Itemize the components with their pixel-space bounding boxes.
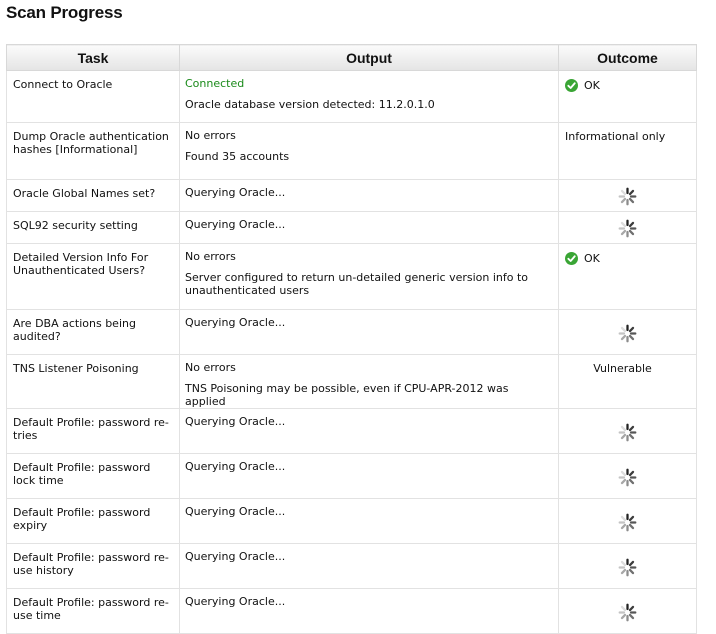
- output-cell: Querying Oracle...: [179, 453, 559, 499]
- outcome-cell: Vulnerable: [558, 354, 697, 409]
- task-cell: Are DBA actions being audited?: [6, 309, 180, 355]
- output-cell: Querying Oracle...: [179, 588, 559, 634]
- outcome-cell: [558, 211, 697, 244]
- table-row: Default Profile: password lock time Query…: [6, 453, 697, 499]
- outcome-ok: OK: [565, 79, 690, 92]
- spinner-icon: [618, 423, 637, 441]
- output-cell: No errors Found 35 accounts: [179, 122, 559, 180]
- output-line: No errors: [185, 361, 236, 374]
- task-cell: Default Profile: password re-use history: [6, 543, 180, 589]
- loading-indicator: [565, 322, 690, 343]
- loading-indicator: [565, 556, 690, 577]
- outcome-cell: Informational only: [558, 122, 697, 180]
- output-line: Found 35 accounts: [185, 150, 290, 163]
- outcome-cell: [558, 179, 697, 212]
- check-icon: [565, 252, 578, 265]
- outcome-cell: OK: [558, 243, 697, 310]
- output-cell: Querying Oracle...: [179, 211, 559, 244]
- task-cell: SQL92 security setting: [6, 211, 180, 244]
- output-line: Querying Oracle...: [185, 415, 286, 428]
- table-header-row: Task Output Outcome: [6, 44, 697, 71]
- outcome-cell: [558, 498, 697, 544]
- spinner-icon: [618, 219, 637, 238]
- spinner-icon: [618, 603, 637, 621]
- loading-indicator: [565, 466, 690, 487]
- column-header-outcome: Outcome: [558, 44, 697, 71]
- outcome-cell: OK: [558, 70, 697, 123]
- output-line: Querying Oracle...: [185, 460, 286, 473]
- task-cell: Default Profile: password re-tries: [6, 408, 180, 454]
- output-cell: Connected Oracle database version detecte…: [179, 70, 559, 123]
- scan-progress-table: Task Output Outcome Connect to Oracle Con…: [6, 44, 697, 634]
- column-header-task: Task: [6, 44, 180, 71]
- table-row: Are DBA actions being audited? Querying O…: [6, 309, 697, 355]
- table-row: Dump Oracle authentication hashes [Infor…: [6, 122, 697, 180]
- output-line: Querying Oracle...: [185, 550, 286, 563]
- output-line: Oracle database version detected: 11.2.0…: [185, 98, 435, 111]
- output-line: Querying Oracle...: [185, 218, 286, 231]
- table-row: Oracle Global Names set? Querying Oracle.…: [6, 179, 697, 212]
- spinner-icon: [618, 187, 637, 206]
- outcome-cell: [558, 543, 697, 589]
- loading-indicator: [565, 185, 690, 206]
- output-cell: No errors Server configured to return un-…: [179, 243, 559, 310]
- table-row: Default Profile: password re-use time Que…: [6, 588, 697, 634]
- task-cell: Oracle Global Names set?: [6, 179, 180, 212]
- output-cell: Querying Oracle...: [179, 179, 559, 212]
- loading-indicator: [565, 511, 690, 532]
- table-row: Connect to Oracle Connected Oracle databas…: [6, 70, 697, 123]
- task-cell: TNS Listener Poisoning: [6, 354, 180, 409]
- loading-indicator: [565, 217, 690, 238]
- outcome-label: OK: [584, 252, 600, 265]
- loading-indicator: [565, 421, 690, 442]
- task-cell: Dump Oracle authentication hashes [Infor…: [6, 122, 180, 180]
- loading-indicator: [565, 601, 690, 622]
- table-row: SQL92 security setting Querying Oracle...: [6, 211, 697, 244]
- output-line: Querying Oracle...: [185, 505, 286, 518]
- output-line: No errors: [185, 129, 236, 142]
- output-cell: Querying Oracle...: [179, 498, 559, 544]
- outcome-label: Informational only: [565, 130, 666, 143]
- table-row: Default Profile: password re-use history…: [6, 543, 697, 589]
- page-title: Scan Progress: [6, 3, 123, 22]
- spinner-icon: [618, 513, 637, 531]
- output-cell: Querying Oracle...: [179, 543, 559, 589]
- task-cell: Default Profile: password expiry: [6, 498, 180, 544]
- outcome-cell: [558, 309, 697, 355]
- outcome-label: Vulnerable: [593, 362, 652, 375]
- table-row: Default Profile: password re-tries Queryi…: [6, 408, 697, 454]
- output-cell: No errors TNS Poisoning may be possible, …: [179, 354, 559, 409]
- outcome-label: OK: [584, 79, 600, 92]
- output-cell: Querying Oracle...: [179, 309, 559, 355]
- output-line: Querying Oracle...: [185, 186, 286, 199]
- spinner-icon: [618, 558, 637, 576]
- check-icon: [565, 79, 578, 92]
- task-cell: Detailed Version Info For Unauthenticate…: [6, 243, 180, 310]
- spinner-icon: [618, 468, 637, 486]
- output-line: Connected: [185, 77, 245, 90]
- table-row: TNS Listener Poisoning No errors TNS Poiso…: [6, 354, 697, 409]
- table-row: Default Profile: password expiry Querying…: [6, 498, 697, 544]
- output-line: Server configured to return un-detailed …: [185, 271, 529, 297]
- output-line: TNS Poisoning may be possible, even if C…: [185, 382, 509, 408]
- table-body: Connect to Oracle Connected Oracle databas…: [6, 70, 697, 634]
- outcome-cell: [558, 588, 697, 634]
- output-line: Querying Oracle...: [185, 316, 286, 329]
- outcome-cell: [558, 453, 697, 499]
- column-header-output: Output: [179, 44, 559, 71]
- task-cell: Connect to Oracle: [6, 70, 180, 123]
- table-row: Detailed Version Info For Unauthenticate…: [6, 243, 697, 310]
- output-cell: Querying Oracle...: [179, 408, 559, 454]
- task-cell: Default Profile: password lock time: [6, 453, 180, 499]
- output-line: No errors: [185, 250, 236, 263]
- outcome-ok: OK: [565, 252, 690, 265]
- output-line: Querying Oracle...: [185, 595, 286, 608]
- outcome-cell: [558, 408, 697, 454]
- spinner-icon: [618, 324, 637, 342]
- task-cell: Default Profile: password re-use time: [6, 588, 180, 634]
